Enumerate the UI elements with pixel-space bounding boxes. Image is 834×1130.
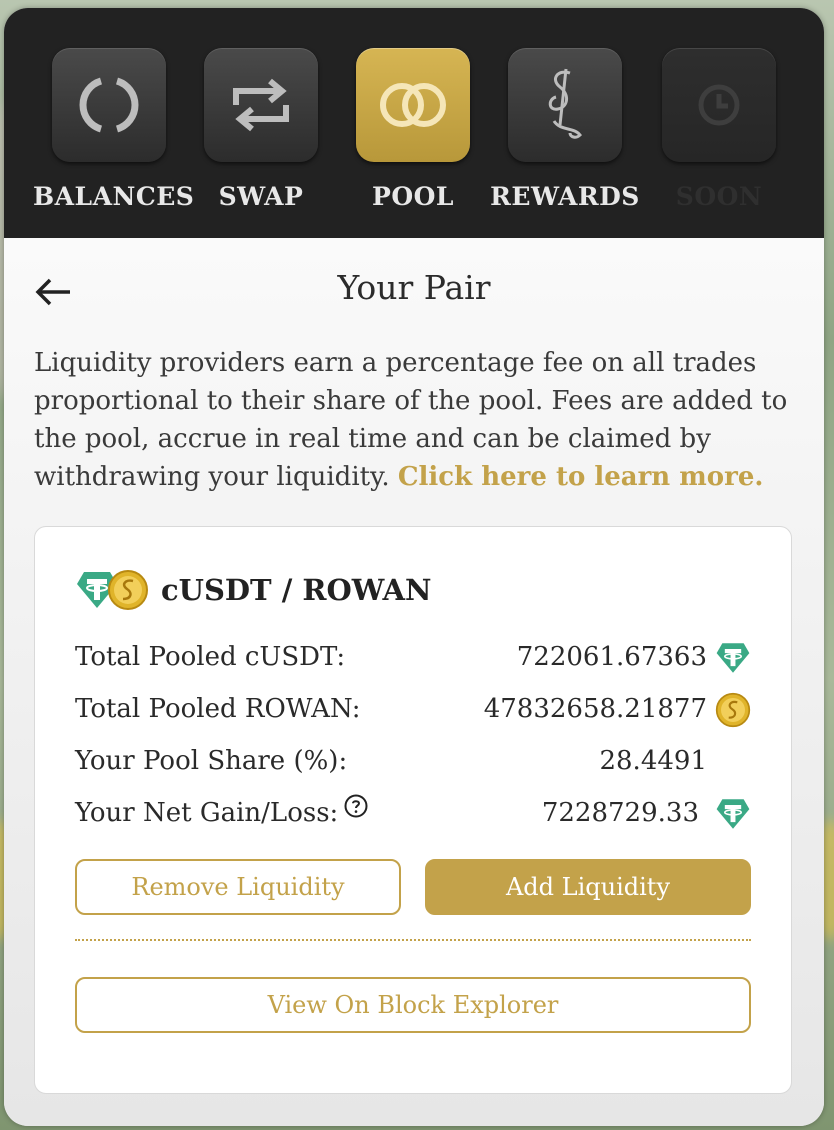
row-value: 28.4491 — [599, 746, 707, 776]
row-label: Your Net Gain/Loss: — [75, 793, 368, 833]
add-liquidity-button[interactable]: Add Liquidity — [425, 859, 751, 915]
nav-pool-label: POOL — [372, 182, 454, 211]
nav-balances-button[interactable] — [52, 48, 166, 162]
app-window: BALANCES SWAP POOL REWARDS SOON Your Pai… — [4, 8, 824, 1126]
row-label: Total Pooled cUSDT: — [75, 642, 346, 672]
nav-swap[interactable]: SWAP — [185, 48, 337, 211]
nav-soon: SOON — [643, 48, 795, 211]
pool-share-row: Your Pool Share (%): 28.4491 — [75, 741, 751, 781]
view-block-explorer-button[interactable]: View On Block Explorer — [75, 977, 751, 1033]
tether-icon — [716, 799, 750, 829]
rowan-coin-icon — [715, 692, 751, 728]
nav-soon-label: SOON — [675, 182, 763, 211]
swap-arrows-icon — [233, 78, 289, 132]
row-label: Total Pooled ROWAN: — [75, 694, 361, 724]
dotted-divider — [75, 939, 751, 941]
tether-icon — [716, 643, 750, 673]
net-gain-loss-row: Your Net Gain/Loss: 7228729.33 — [75, 793, 751, 833]
top-navigation: BALANCES SWAP POOL REWARDS SOON — [4, 8, 824, 238]
row-label: Your Pool Share (%): — [75, 746, 348, 776]
row-value: 7228729.33 — [541, 798, 699, 828]
clock-icon — [698, 84, 740, 126]
pair-token-icons — [75, 567, 151, 613]
nav-balances[interactable]: BALANCES — [33, 48, 195, 211]
row-value: 47832658.21877 — [483, 694, 707, 724]
nav-rewards-button[interactable] — [508, 48, 622, 162]
pooled-rowan-row: Total Pooled ROWAN: 47832658.21877 — [75, 689, 751, 729]
nav-pool[interactable]: POOL — [337, 48, 489, 211]
pooled-cusdt-row: Total Pooled cUSDT: 722061.67363 — [75, 637, 751, 677]
help-circle-icon[interactable] — [344, 794, 368, 818]
remove-liquidity-button[interactable]: Remove Liquidity — [75, 859, 401, 915]
nav-swap-label: SWAP — [218, 182, 304, 211]
nav-rewards-label: REWARDS — [490, 182, 640, 211]
pair-card: cUSDT / ROWAN Total Pooled cUSDT: 722061… — [34, 526, 792, 1094]
pair-header: cUSDT / ROWAN — [75, 567, 432, 613]
pool-panel: Your Pair Liquidity providers earn a per… — [4, 238, 824, 1126]
page-title: Your Pair — [337, 268, 491, 307]
row-value: 722061.67363 — [516, 642, 707, 672]
nav-soon-button — [662, 48, 776, 162]
net-gain-label-text: Your Net Gain/Loss: — [75, 798, 339, 828]
nav-balances-label: BALANCES — [33, 182, 195, 211]
pool-description: Liquidity providers earn a percentage fe… — [34, 344, 804, 496]
balances-ring-icon — [79, 77, 139, 133]
learn-more-link[interactable]: Click here to learn more. — [398, 462, 764, 492]
nav-swap-button[interactable] — [204, 48, 318, 162]
pair-name: cUSDT / ROWAN — [161, 573, 432, 607]
nav-rewards[interactable]: REWARDS — [489, 48, 641, 211]
rowan-coin-icon — [108, 570, 148, 610]
rewards-sif-icon — [548, 68, 582, 139]
pool-rings-icon — [380, 83, 446, 127]
nav-pool-button[interactable] — [356, 48, 470, 162]
